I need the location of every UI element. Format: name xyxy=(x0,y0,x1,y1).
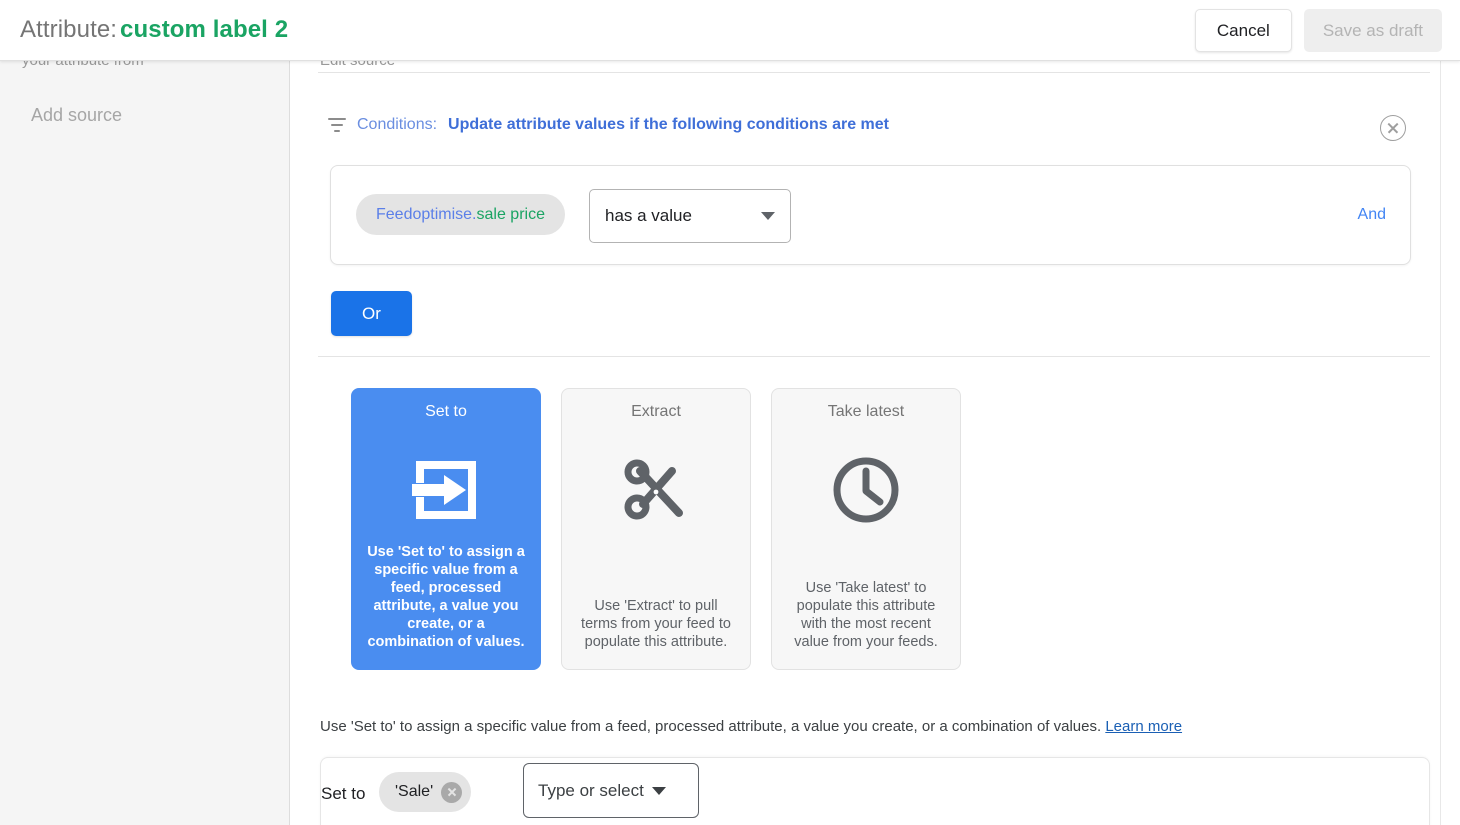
clock-icon xyxy=(830,453,902,527)
chevron-down-icon xyxy=(651,786,666,795)
mode-footer-description: Use 'Set to' to assign a specific value … xyxy=(320,718,1182,735)
condition-rule-card: Feedoptimise. sale price has a value And xyxy=(330,165,1411,265)
add-or-condition-button[interactable]: Or xyxy=(331,291,412,336)
conditions-header: Conditions: Update attribute values if t… xyxy=(328,116,889,134)
set-to-type-or-select[interactable]: Type or select xyxy=(523,763,699,818)
set-to-value-chip[interactable]: 'Sale' xyxy=(379,772,472,812)
scissors-icon xyxy=(621,453,691,527)
chip-field-label: sale price xyxy=(476,205,545,223)
page-title-attribute: custom label 2 xyxy=(120,16,289,43)
add-and-condition-link[interactable]: And xyxy=(1358,206,1386,224)
set-to-select-placeholder: Type or select xyxy=(538,780,644,800)
conditions-label: Conditions: xyxy=(357,116,438,133)
condition-attribute-chip[interactable]: Feedoptimise. sale price xyxy=(356,194,565,235)
mode-card-description: Use 'Set to' to assign a specific value … xyxy=(367,544,525,650)
mode-card-set-to[interactable]: Set to Use 'Set to' to assign a specific… xyxy=(351,388,541,670)
save-as-draft-button[interactable]: Save as draft xyxy=(1303,8,1442,52)
header-actions: Cancel Save as draft xyxy=(1194,8,1442,52)
top-header-bar: Attribute: custom label 2 Cancel Save as … xyxy=(0,0,1460,61)
right-rail-divider xyxy=(1440,61,1450,825)
divider-middle xyxy=(318,356,1430,357)
cancel-button[interactable]: Cancel xyxy=(1194,8,1292,52)
edit-source-clipped-text: Edit source xyxy=(320,61,395,69)
set-to-label: Set to xyxy=(321,784,366,803)
filter-icon xyxy=(328,118,346,132)
mode-card-title: Extract xyxy=(631,403,681,420)
sidebar: your attribute from Add source xyxy=(0,61,290,825)
add-source-button[interactable]: Add source xyxy=(31,105,122,126)
set-to-card: Set to 'Sale' Type or select xyxy=(320,757,1430,825)
mode-card-extract[interactable]: Extract Use 'Extract' to pull terms from… xyxy=(561,388,751,670)
set-to-chip-label: 'Sale' xyxy=(395,783,434,800)
condition-operator-value: has a value xyxy=(605,206,692,225)
chip-source-label: Feedoptimise. xyxy=(376,205,477,223)
condition-operator-select[interactable]: has a value xyxy=(589,189,791,243)
mode-card-group: Set to Use 'Set to' to assign a specific… xyxy=(351,388,961,670)
divider-top xyxy=(318,72,1430,73)
conditions-value-link[interactable]: Update attribute values if the following… xyxy=(448,116,889,134)
mode-card-title: Set to xyxy=(425,403,467,420)
chevron-down-icon xyxy=(761,212,775,220)
sidebar-clipped-text: your attribute from xyxy=(22,61,144,69)
page-title-prefix: Attribute: xyxy=(20,16,118,43)
mode-card-title: Take latest xyxy=(827,403,905,420)
mode-footer-text: Use 'Set to' to assign a specific value … xyxy=(320,718,1102,735)
close-icon[interactable] xyxy=(1380,115,1406,141)
mode-card-take-latest[interactable]: Take latest Use 'Take latest' to populat… xyxy=(771,388,961,670)
learn-more-link[interactable]: Learn more xyxy=(1105,718,1182,735)
page-title: Attribute: custom label 2 xyxy=(20,16,288,44)
mode-card-description: Use 'Take latest' to populate this attri… xyxy=(794,580,938,650)
close-icon[interactable] xyxy=(441,781,463,803)
mode-card-description: Use 'Extract' to pull terms from your fe… xyxy=(581,598,731,650)
main-content: Edit source Conditions: Update attribute… xyxy=(290,61,1450,825)
arrow-into-box-icon xyxy=(410,453,482,527)
